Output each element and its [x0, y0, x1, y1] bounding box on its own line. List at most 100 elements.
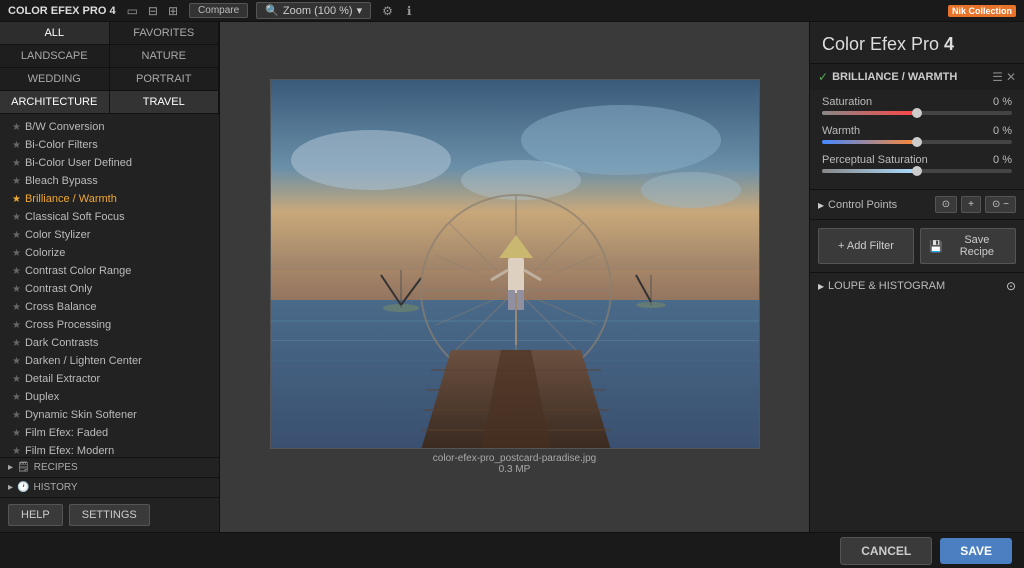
history-icon: 🕐	[17, 482, 29, 493]
filter-item[interactable]: ★ Color Stylizer	[0, 226, 219, 244]
filter-item[interactable]: ★ Detail Extractor	[0, 370, 219, 388]
star-icon: ★	[12, 248, 21, 259]
saturation-label: Saturation	[822, 96, 872, 108]
filter-item[interactable]: ★ Classical Soft Focus	[0, 208, 219, 226]
section-menu-icon[interactable]: ☰	[992, 70, 1003, 84]
cancel-button[interactable]: CANCEL	[840, 537, 932, 565]
image-info: color-efex-pro_postcard-paradise.jpg 0.3…	[433, 453, 596, 475]
control-point-remove-btn[interactable]: ⊙ −	[985, 196, 1016, 213]
tab-nature[interactable]: NATURE	[110, 45, 220, 68]
filter-section-header[interactable]: ✓ BRILLIANCE / WARMTH ☰ ✕	[810, 64, 1024, 90]
perceptual-label: Perceptual Saturation	[822, 154, 928, 166]
zoom-icon: 🔍	[265, 4, 279, 17]
history-arrow: ▸	[8, 482, 13, 493]
filter-item-contrast-only[interactable]: ★ Contrast Only	[0, 280, 219, 298]
perceptual-label-row: Perceptual Saturation 0 %	[822, 154, 1012, 166]
filter-item[interactable]: ★ Bleach Bypass	[0, 172, 219, 190]
filter-item[interactable]: ★ Colorize	[0, 244, 219, 262]
control-points-title: Control Points	[828, 199, 931, 211]
filter-item[interactable]: ★ Duplex	[0, 388, 219, 406]
filter-item[interactable]: ★ Bi-Color User Defined	[0, 154, 219, 172]
grid-view-icon[interactable]: ⊞	[165, 3, 181, 19]
saturation-thumb[interactable]	[912, 108, 922, 118]
slider-group: Saturation 0 % Warmth 0 %	[810, 90, 1024, 189]
recipes-arrow: ▸	[8, 462, 13, 473]
tab-portrait[interactable]: PORTRAIT	[110, 68, 220, 91]
saturation-fill	[822, 111, 917, 115]
single-view-icon[interactable]: ▭	[124, 3, 141, 19]
saturation-label-row: Saturation 0 %	[822, 96, 1012, 108]
tab-travel[interactable]: TRAVEL	[110, 91, 220, 114]
bottom-bar: CANCEL SAVE	[0, 532, 1024, 568]
help-button[interactable]: HELP	[8, 504, 63, 526]
filter-tabs: ALL FAVORITES LANDSCAPE NATURE WEDDING P…	[0, 22, 219, 114]
compare-button[interactable]: Compare	[189, 3, 248, 18]
save-button[interactable]: SAVE	[940, 538, 1012, 564]
filter-section-title: BRILLIANCE / WARMTH	[832, 71, 988, 83]
star-icon: ★	[12, 374, 21, 385]
perceptual-track[interactable]	[822, 169, 1012, 173]
control-points-header: ▸ Control Points ⊙ + ⊙ −	[818, 196, 1016, 213]
settings-button[interactable]: SETTINGS	[69, 504, 150, 526]
filter-item[interactable]: ★ Cross Processing	[0, 316, 219, 334]
enabled-checkmark[interactable]: ✓	[818, 70, 828, 84]
star-icon: ★	[12, 194, 21, 205]
loupe-section[interactable]: ▸ LOUPE & HISTOGRAM ⊙	[810, 273, 1024, 299]
filter-item-brilliance-warmth[interactable]: ★ Brilliance / Warmth	[0, 190, 219, 208]
section-close-icon[interactable]: ✕	[1006, 70, 1016, 84]
filter-item[interactable]: ★ Darken / Lighten Center	[0, 352, 219, 370]
control-point-target-btn[interactable]: ⊙	[935, 196, 957, 213]
control-point-add-btn[interactable]: +	[961, 196, 981, 213]
filter-list: ★ B/W Conversion ★ Bi-Color Filters ★ Bi…	[0, 114, 219, 457]
split-view-icon[interactable]: ⊟	[145, 3, 161, 19]
tab-wedding[interactable]: WEDDING	[0, 68, 110, 91]
tab-favorites[interactable]: FAVORITES	[110, 22, 220, 45]
star-icon: ★	[12, 392, 21, 403]
filter-item[interactable]: ★ Film Efex: Modern	[0, 442, 219, 457]
filter-item[interactable]: ★ Contrast Color Range	[0, 262, 219, 280]
star-icon: ★	[12, 266, 21, 277]
add-filter-button[interactable]: + Add Filter	[818, 228, 914, 264]
left-panel: ALL FAVORITES LANDSCAPE NATURE WEDDING P…	[0, 22, 220, 532]
star-icon: ★	[12, 410, 21, 421]
filter-item[interactable]: ★ Cross Balance	[0, 298, 219, 316]
saturation-track[interactable]	[822, 111, 1012, 115]
nik-logo: Nik Collection	[948, 5, 1016, 17]
loupe-arrow: ▸	[818, 279, 824, 293]
save-recipe-button[interactable]: 💾 Save Recipe	[920, 228, 1016, 264]
filter-item[interactable]: ★ Dynamic Skin Softener	[0, 406, 219, 424]
save-recipe-icon: 💾	[929, 240, 943, 253]
image-svg	[271, 80, 760, 449]
warmth-thumb[interactable]	[912, 137, 922, 147]
star-icon: ★	[12, 122, 21, 133]
filter-item[interactable]: ★ Bi-Color Filters	[0, 136, 219, 154]
warmth-track[interactable]	[822, 140, 1012, 144]
star-icon: ★	[12, 176, 21, 187]
info-icon[interactable]: ℹ	[404, 3, 415, 19]
settings-icon[interactable]: ⚙	[379, 3, 396, 19]
star-icon: ★	[12, 338, 21, 349]
tab-architecture[interactable]: ARCHITECTURE	[0, 91, 110, 114]
star-icon: ★	[12, 284, 21, 295]
filter-item[interactable]: ★ Dark Contrasts	[0, 334, 219, 352]
control-points-arrow[interactable]: ▸	[818, 198, 824, 212]
filter-item[interactable]: ★ B/W Conversion	[0, 118, 219, 136]
perceptual-thumb[interactable]	[912, 166, 922, 176]
star-icon: ★	[12, 212, 21, 223]
center-panel: color-efex-pro_postcard-paradise.jpg 0.3…	[220, 22, 809, 532]
control-points-section: ▸ Control Points ⊙ + ⊙ −	[810, 190, 1024, 220]
star-icon: ★	[12, 446, 21, 457]
perceptual-fill	[822, 169, 917, 173]
tab-landscape[interactable]: LANDSCAPE	[0, 45, 110, 68]
recipes-section[interactable]: ▸ 🗒 RECIPES	[0, 457, 219, 477]
filter-item[interactable]: ★ Film Efex: Faded	[0, 424, 219, 442]
recipes-icon: 🗒	[17, 462, 30, 473]
zoom-control[interactable]: 🔍 Zoom (100 %) ▾	[256, 2, 371, 19]
warmth-value: 0 %	[993, 125, 1012, 137]
history-section[interactable]: ▸ 🕐 HISTORY	[0, 477, 219, 497]
brilliance-warmth-section: ✓ BRILLIANCE / WARMTH ☰ ✕ Saturation 0 %	[810, 64, 1024, 190]
star-icon: ★	[12, 320, 21, 331]
loupe-icon: ⊙	[1006, 279, 1016, 293]
saturation-slider-row: Saturation 0 %	[822, 96, 1012, 115]
tab-all[interactable]: ALL	[0, 22, 110, 45]
